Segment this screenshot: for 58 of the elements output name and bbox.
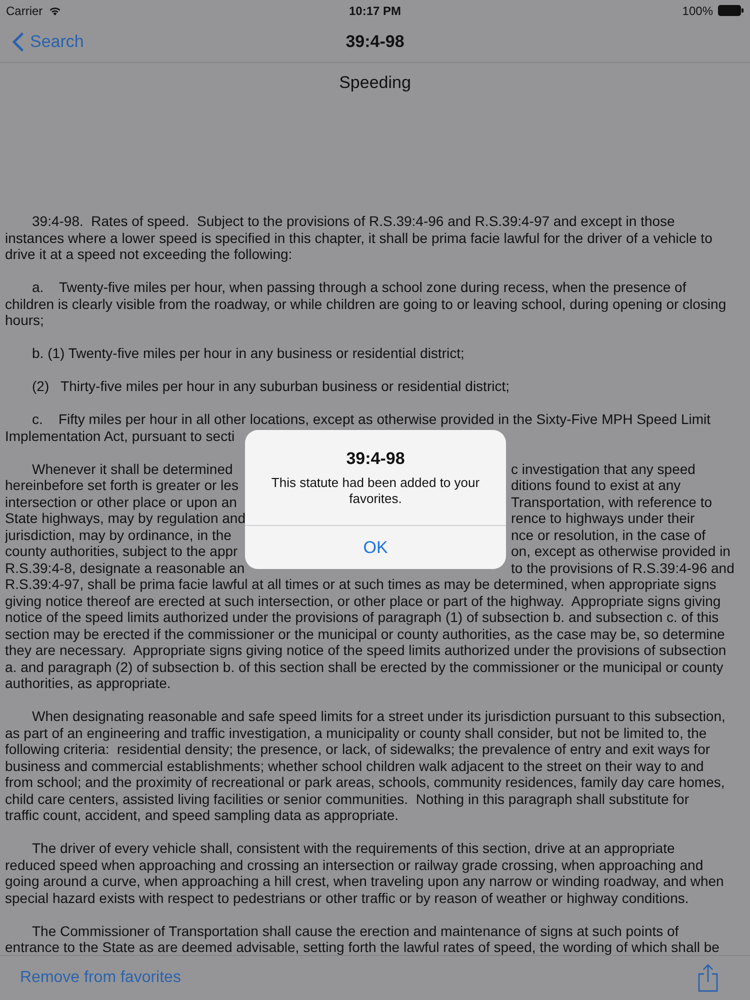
alert-message: This statute had been added to your favorites. [270,475,481,507]
statute-text-line: R.S.39:4-97, shall be prima facie lawful at all times or at such times as may be determined, when appropriate signs [5,576,718,592]
statute-text-line: hours; [5,312,45,328]
statute-text-line: authorities, as appropriate. [5,675,172,692]
statute-text-line: When designating reasonable and safe speed limits for a street under its jurisdiction pursuant to this subsection, [31,708,726,724]
statute-text-line: intersection or other place or upon an [5,494,238,510]
statute-text-line: on, except as otherwise provided in [511,543,732,560]
statute-text-line: as part of an engineering and traffic investigation, a municipality or county shall consider, but not be limited to, the [5,724,708,741]
statute-heading: Speeding [338,73,412,93]
statute-text-line: Implementation Act, pursuant to secti [5,428,236,444]
statute-text-line: children is clearly visible from the roadway, or while children are going to or leaving school, during opening or closing [5,296,728,312]
share-icon[interactable] [698,964,718,992]
statute-text-line: (2) Thirty-five miles per hour in any suburban business or residential district; [31,378,510,394]
battery-icon [718,5,744,16]
statute-text-line: The Commissioner of Transportation shall cause the erection and maintenance of signs at such points of [31,922,680,939]
statute-text-line: reduced speed when approaching and crossing an intersection or railway grade crossing, when approaching and [5,856,704,873]
nav-title: 39:4-98 [346,32,404,52]
statute-text-line: entrance to the State as are deemed advisable, setting forth the lawful rates of speed, the wording of which shall be [5,939,720,955]
statute-text-line: Whenever it shall be determined [31,460,234,477]
statute-text-line: following criteria: residential density; the presence, or lack, of sidewalks; the prevalence of entry and exit ways for [5,741,712,758]
battery-percentage: 100% [682,4,713,18]
statute-text-line: c. Fifty miles per hour in all other locations, except as otherwise provided in the Sixty-Five MPH Speed Limit [31,411,712,428]
statute-text-line: from school; and the proximity of recreational or park areas, schools, community residences, family day care homes, [5,774,726,790]
statute-text-line: hereinbefore set forth is greater or les [5,477,240,494]
statute-text-line: child care centers, assisted living facilities or senior communities. Nothing in this paragraph shall substitute for [5,790,690,807]
statute-text-line: going around a curve, when approaching a hill crest, when traveling upon any narrow or winding roadway, and when [5,873,725,890]
statute-text-line: county authorities, subject to the appr [5,543,239,560]
statute-text-line: a. Twenty-five miles per hour, when passing through a school zone during recess, when the presence of [31,279,688,296]
statute-text-line: ditions found to exist at any [511,477,682,494]
statute-text-line: nce or resolution, in the case of [511,526,707,543]
ok-button[interactable]: OK [245,525,506,569]
back-chevron-icon[interactable] [12,32,24,52]
back-button[interactable]: Search [0,32,84,52]
carrier-label: Carrier [6,4,43,18]
statute-text-line: The driver of every vehicle shall, consistent with the requirements of this section, drive at an appropriate [31,840,676,856]
statute-text-line: c investigation that any speed [511,460,696,477]
statute-text-line: drive it at a speed not exceeding the following: [5,246,294,262]
statute-text-line: rence to highways under their [511,510,696,526]
remove-favorites-button[interactable]: Remove from favorites [20,969,181,987]
alert-title: 39:4-98 [345,449,406,469]
statute-text-line: Transportation, with reference to [511,494,714,510]
statute-text-line: business and commercial establishments; whether school children walk adjacent to the street on their way to and [5,758,705,774]
statute-text-line: notice of the speed limits authorized under the provisions of paragraph (1) of subsection b. and subsection c. of this [5,609,720,626]
wifi-icon [48,6,62,16]
clock-time: 10:17 PM [348,4,402,18]
statute-text-line: special hazard exists with respect to pedestrians or other traffic or by reason of weather or highway conditions. [5,890,690,906]
statute-text-line: State highways, may by regulation and [5,510,246,526]
statute-text-line: a. and paragraph (2) of subsection b. of this section shall be erected by the commissioner or the municipal or county [5,658,724,675]
statute-text-line: 39:4-98. Rates of speed. Subject to the provisions of R.S.39:4-96 and R.S.39:4-97 and except in those [31,213,676,230]
statute-text-line: jurisdiction, may by ordinance, in the [5,526,232,543]
statute-text-line: traffic count, accident, and speed sampling data as appropriate. [5,807,400,824]
statute-text-line: to the provisions of R.S.39:4-96 and [511,560,736,576]
statute-text-line: section may be erected if the commissioner or the municipal or county authorities, as the case may be, so determine [5,626,726,642]
statute-text-line: instances where a lower speed is specified in this chapter, it shall be prima facie lawful for the driver of a vehicle to [5,230,714,246]
statute-text-line: giving notice thereof are erected at such intersection, or other place or part of the highway. Appropriate signs giving [5,592,722,609]
statute-text-line: they are necessary. Appropriate signs giving notice of the speed limits authorized under the provisions of subsection [5,642,728,658]
statute-text-line: R.S.39:4-8, designate a reasonable an [5,560,246,576]
statute-text-line: b. (1) Twenty-five miles per hour in any business or residential district; [31,345,466,362]
